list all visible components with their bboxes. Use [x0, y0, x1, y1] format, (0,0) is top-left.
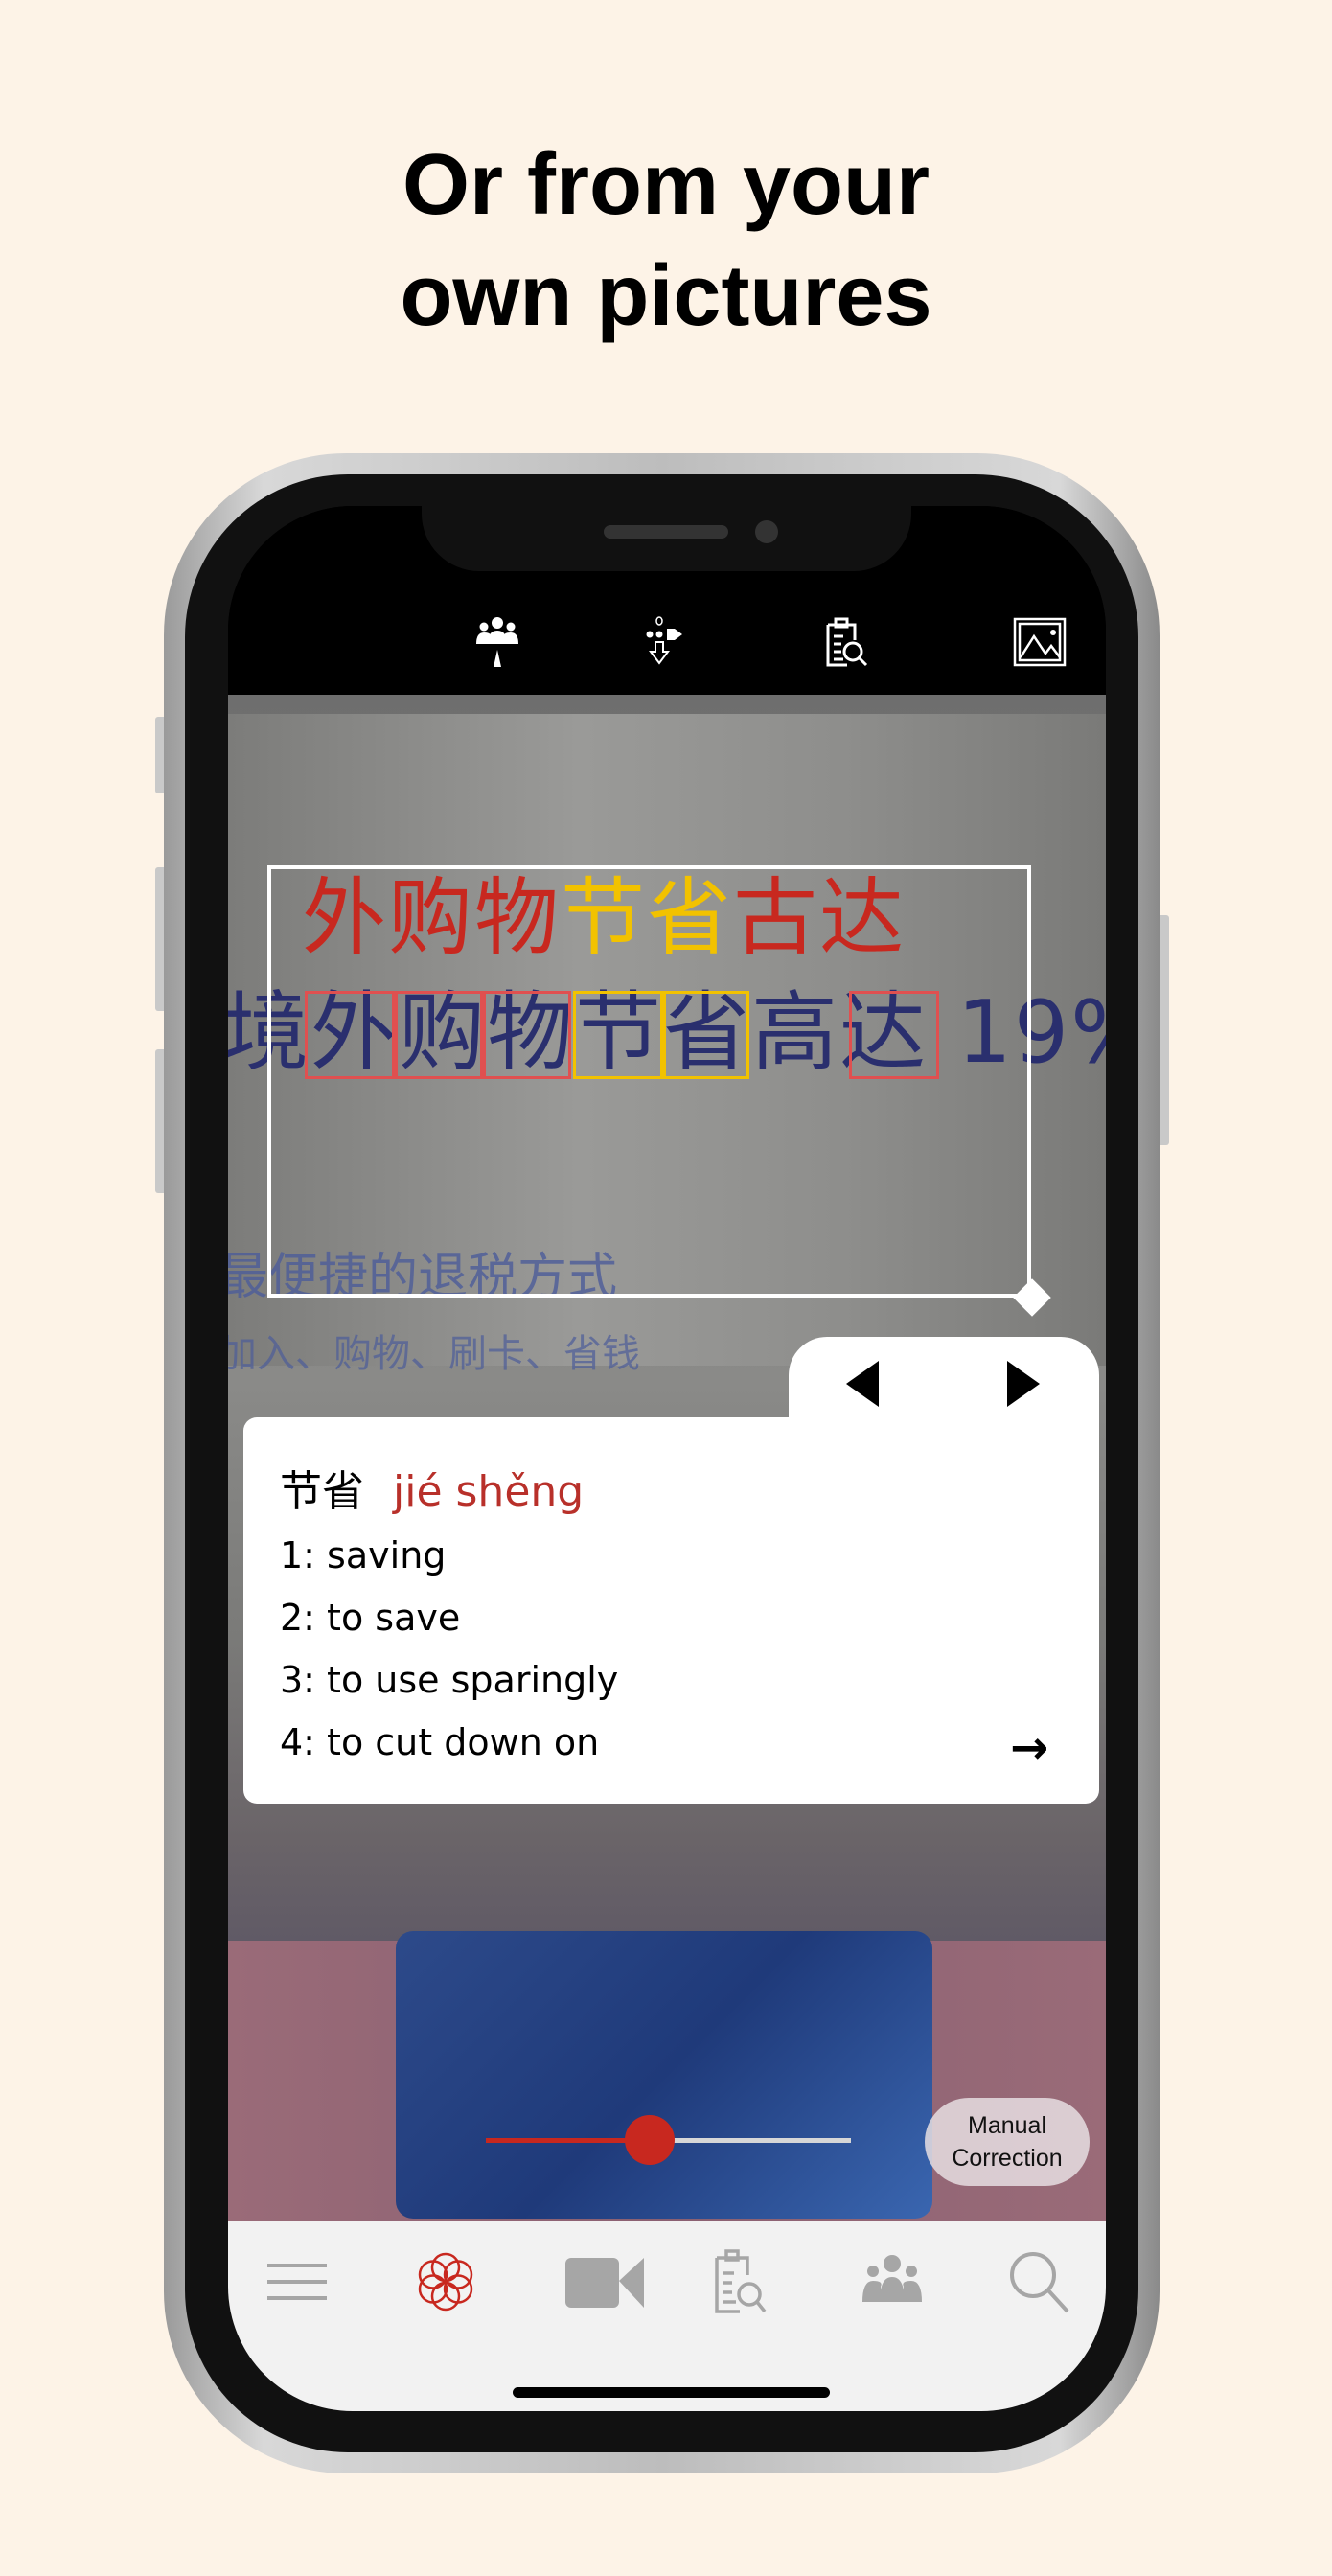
- headline-line-1: Or from your: [402, 137, 930, 233]
- translated-segment: 节省: [561, 868, 734, 967]
- translated-segment: 外购物: [302, 868, 562, 967]
- home-indicator[interactable]: [513, 2387, 830, 2398]
- pinyin: jié shěng: [393, 1467, 585, 1516]
- headword: 节省: [280, 1467, 364, 1516]
- next-arrow-icon[interactable]: [1007, 1361, 1040, 1407]
- headline-line-2: own pictures: [400, 248, 932, 344]
- definition: 2: to save: [280, 1597, 461, 1639]
- more-arrow-icon[interactable]: →: [1010, 1719, 1048, 1777]
- phone-notch: [422, 506, 911, 571]
- headword-row: 节省 jié shěng: [280, 1463, 584, 1521]
- manual-correction-label: Correction: [952, 2145, 1063, 2172]
- background-text: 加入、购物、刷卡、省钱: [228, 1332, 640, 1376]
- menu-icon[interactable]: [264, 2248, 331, 2315]
- group-select-icon[interactable]: [471, 615, 524, 669]
- image-icon[interactable]: [1013, 615, 1067, 669]
- translated-overlay: 外购物节省古达: [302, 865, 906, 971]
- headline: Or from your own pictures: [0, 129, 1332, 352]
- bottom-nav: [228, 2221, 1106, 2411]
- manual-correction-label: Manual: [968, 2112, 1046, 2139]
- flower-logo-icon[interactable]: [412, 2248, 479, 2315]
- definition: 3: to use sparingly: [280, 1659, 619, 1701]
- manual-correction-button[interactable]: Manual Correction: [925, 2098, 1090, 2186]
- search-icon[interactable]: [1006, 2248, 1073, 2315]
- dictionary-popup: 节省 jié shěng 1: saving 2: to save 3: to u…: [243, 1417, 1099, 1804]
- clipboard-search-icon[interactable]: [709, 2248, 776, 2315]
- translated-segment: 古达: [733, 868, 907, 967]
- definition: 4: to cut down on: [280, 1721, 600, 1763]
- zoom-slider[interactable]: [486, 2115, 851, 2165]
- group-icon[interactable]: [859, 2248, 926, 2315]
- gesture-select-icon[interactable]: [638, 615, 692, 669]
- video-camera-icon[interactable]: [563, 2248, 650, 2315]
- clipboard-search-icon[interactable]: [820, 615, 874, 669]
- photo-card: [396, 1931, 932, 2219]
- phone-screen: 境外购物节省高达 19% 最便捷的退税方式 加入、购物、刷卡、省钱 外购物节省古…: [228, 506, 1106, 2411]
- previous-arrow-icon[interactable]: [846, 1361, 879, 1407]
- definition: 1: saving: [280, 1534, 447, 1576]
